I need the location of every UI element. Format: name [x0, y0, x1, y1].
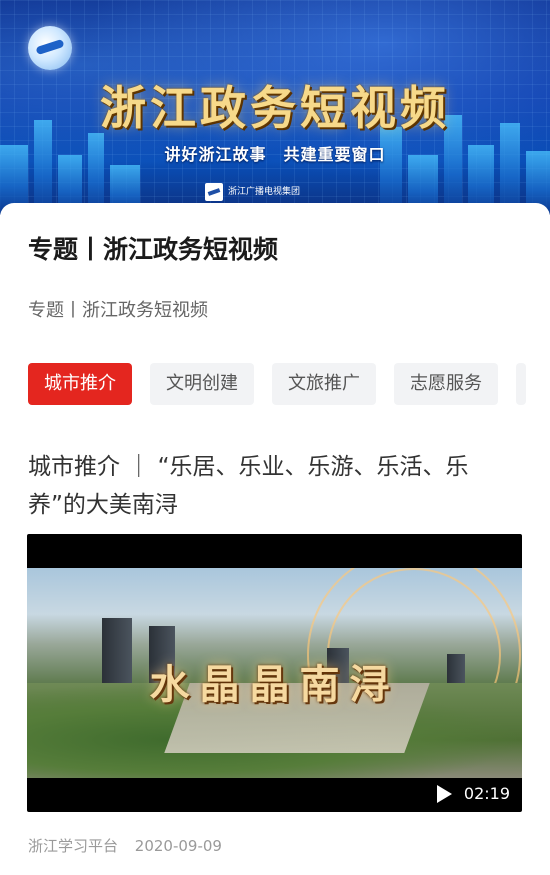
- video-overlay-title: 水晶晶南浔: [149, 661, 400, 708]
- category-tabs: 城市推介 文明创建 文旅推广 志愿服务: [28, 363, 550, 405]
- video-controls: 02:19: [436, 784, 510, 803]
- banner-brand: 浙江广播电视集团: [205, 182, 345, 202]
- tab-city-promotion[interactable]: 城市推介: [28, 363, 132, 405]
- video-duration: 02:19: [463, 784, 510, 803]
- play-icon[interactable]: [436, 784, 452, 803]
- article-source: 浙江学习平台: [28, 837, 119, 855]
- banner-title: 浙江政务短视频: [100, 81, 450, 135]
- banner-subtitle: 讲好浙江故事 共建重要窗口: [164, 145, 386, 164]
- header-banner: 浙江政务短视频 讲好浙江故事 共建重要窗口 浙江广播电视集团: [0, 0, 550, 215]
- video-player[interactable]: 水晶晶南浔 02:19: [27, 534, 522, 812]
- page-title: 专题丨浙江政务短视频: [28, 235, 279, 264]
- breadcrumb[interactable]: 专题丨浙江政务短视频: [28, 296, 208, 322]
- tab-civilization[interactable]: 文明创建: [150, 363, 254, 405]
- article-meta: 浙江学习平台 2020-09-09: [28, 835, 222, 856]
- logo-mark-icon: [28, 26, 72, 70]
- article-title[interactable]: 城市推介 ｜ “乐居、乐业、乐游、乐活、乐养”的大美南浔: [28, 448, 526, 524]
- tab-volunteer-service[interactable]: 志愿服务: [394, 363, 498, 405]
- content-card: 专题丨浙江政务短视频 专题丨浙江政务短视频 城市推介 文明创建 文旅推广 志愿服…: [0, 203, 550, 875]
- brand-logo-icon: [205, 183, 223, 201]
- brand-name: 浙江广播电视集团: [228, 186, 301, 197]
- article-date: 2020-09-09: [134, 837, 222, 855]
- tab-culture-tourism[interactable]: 文旅推广: [272, 363, 376, 405]
- video-thumbnail[interactable]: 水晶晶南浔: [27, 568, 522, 778]
- tab-overflow[interactable]: [516, 363, 526, 405]
